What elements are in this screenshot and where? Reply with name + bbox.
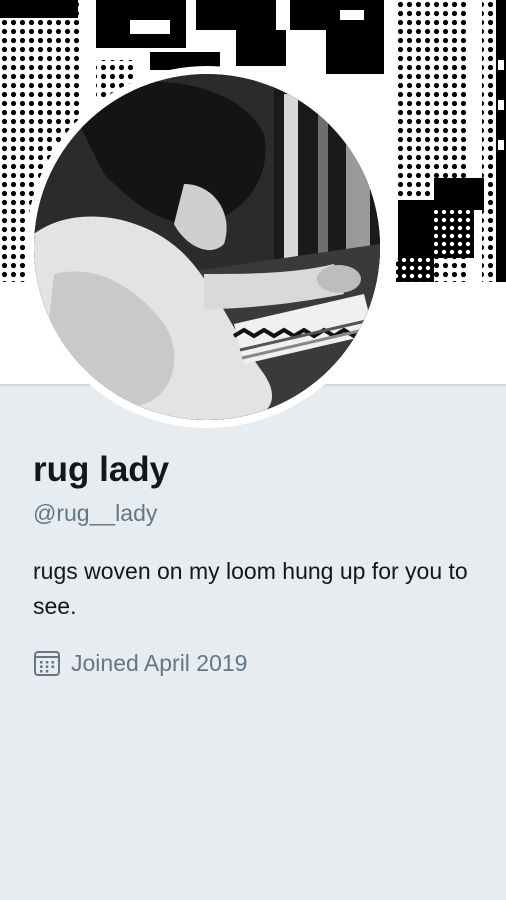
calendar-icon: [34, 651, 60, 676]
avatar-frame[interactable]: [26, 66, 388, 428]
user-handle[interactable]: @rug__lady: [33, 498, 483, 528]
person-weaving-photo: [34, 74, 380, 420]
profile-info: rug lady @rug__lady rugs woven on my loo…: [33, 448, 483, 678]
join-date: Joined April 2019: [33, 648, 483, 678]
display-name: rug lady: [33, 450, 170, 489]
bio-text: rugs woven on my loom hung up for you to…: [33, 558, 468, 619]
avatar[interactable]: [34, 74, 380, 420]
join-date-text: Joined April 2019: [71, 650, 248, 676]
